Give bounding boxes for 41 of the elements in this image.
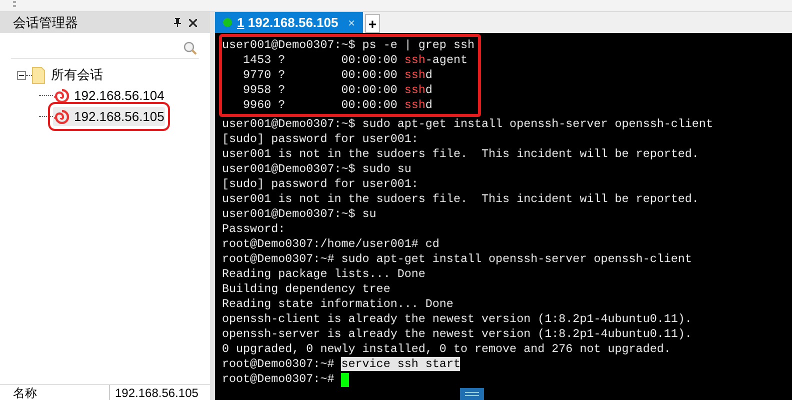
grip-icon — [13, 1, 16, 7]
terminal-line: [sudo] password for user001: — [222, 176, 418, 193]
property-value: 192.168.56.105 — [114, 385, 198, 400]
terminal-line: [sudo] password for user001: — [222, 130, 418, 148]
property-name: 名称 — [0, 385, 110, 400]
tree-item[interactable]: 192.168.56.104 — [53, 86, 166, 106]
terminal-line: user001@Demo0307:~$ ps -e | grep ssh — [222, 36, 474, 54]
terminal-line: Password: — [222, 220, 286, 238]
session-tab[interactable]: 1 192.168.56.105 × — [215, 12, 363, 33]
cursor — [341, 372, 350, 386]
tree-item[interactable]: 192.168.56.105 — [53, 106, 166, 126]
terminal-line: Reading package lists... Done — [222, 266, 426, 283]
search-icon — [183, 40, 197, 54]
terminal-line: root@Demo0307:~# — [222, 370, 336, 388]
panel-toggle-icon[interactable] — [460, 388, 484, 400]
terminal-line: 9958 ? 00:00:00 sshd — [242, 82, 432, 99]
close-icon[interactable] — [189, 18, 197, 26]
folder-icon — [32, 66, 45, 84]
terminal-line: Reading state information... Done — [222, 296, 454, 313]
swirl-icon — [54, 110, 70, 124]
terminal-line: user001@Demo0307:~$ sudo su — [222, 160, 412, 178]
collapse-toggle[interactable] — [17, 70, 26, 80]
terminal-line: Building dependency tree — [222, 280, 390, 298]
terminal-line: user001 is not in the sudoers file. This incident will be reported. — [222, 190, 699, 208]
terminal-line: root@Demo0307:~# service ssh start — [222, 356, 460, 373]
terminal-line: 1453 ? 00:00:00 ssh-agent — [242, 52, 468, 69]
new-tab-button[interactable]: + — [365, 14, 380, 33]
terminal-line: openssh-server is already the newest version (1:8.2p1-4ubuntu0.11). — [222, 326, 692, 343]
terminal-line: 9960 ? 00:00:00 sshd — [242, 96, 432, 114]
terminal-line: user001 is not in the sudoers file. This incident will be reported. — [222, 146, 699, 163]
terminal-line: root@Demo0307:/home/user001# cd — [222, 236, 440, 253]
terminal-line: 0 upgraded, 0 newly installed, 0 to remove and 276 not upgraded. — [222, 340, 671, 358]
pin-icon[interactable] — [174, 18, 181, 27]
terminal-line: user001@Demo0307:~$ sudo apt-get install openssh-server openssh-client — [222, 116, 713, 133]
terminal-line: 9770 ? 00:00:00 sshd — [242, 66, 432, 84]
panel-title: 会话管理器 — [13, 14, 78, 32]
swirl-icon — [54, 88, 70, 102]
tree-item[interactable]: 所有会话 — [51, 65, 103, 85]
terminal-line: user001@Demo0307:~$ su — [222, 206, 376, 223]
terminal-line: openssh-client is already the newest version (1:8.2p1-4ubuntu0.11). — [222, 310, 692, 328]
terminal-line: root@Demo0307:~# sudo apt-get install openssh-server openssh-client — [222, 250, 692, 268]
